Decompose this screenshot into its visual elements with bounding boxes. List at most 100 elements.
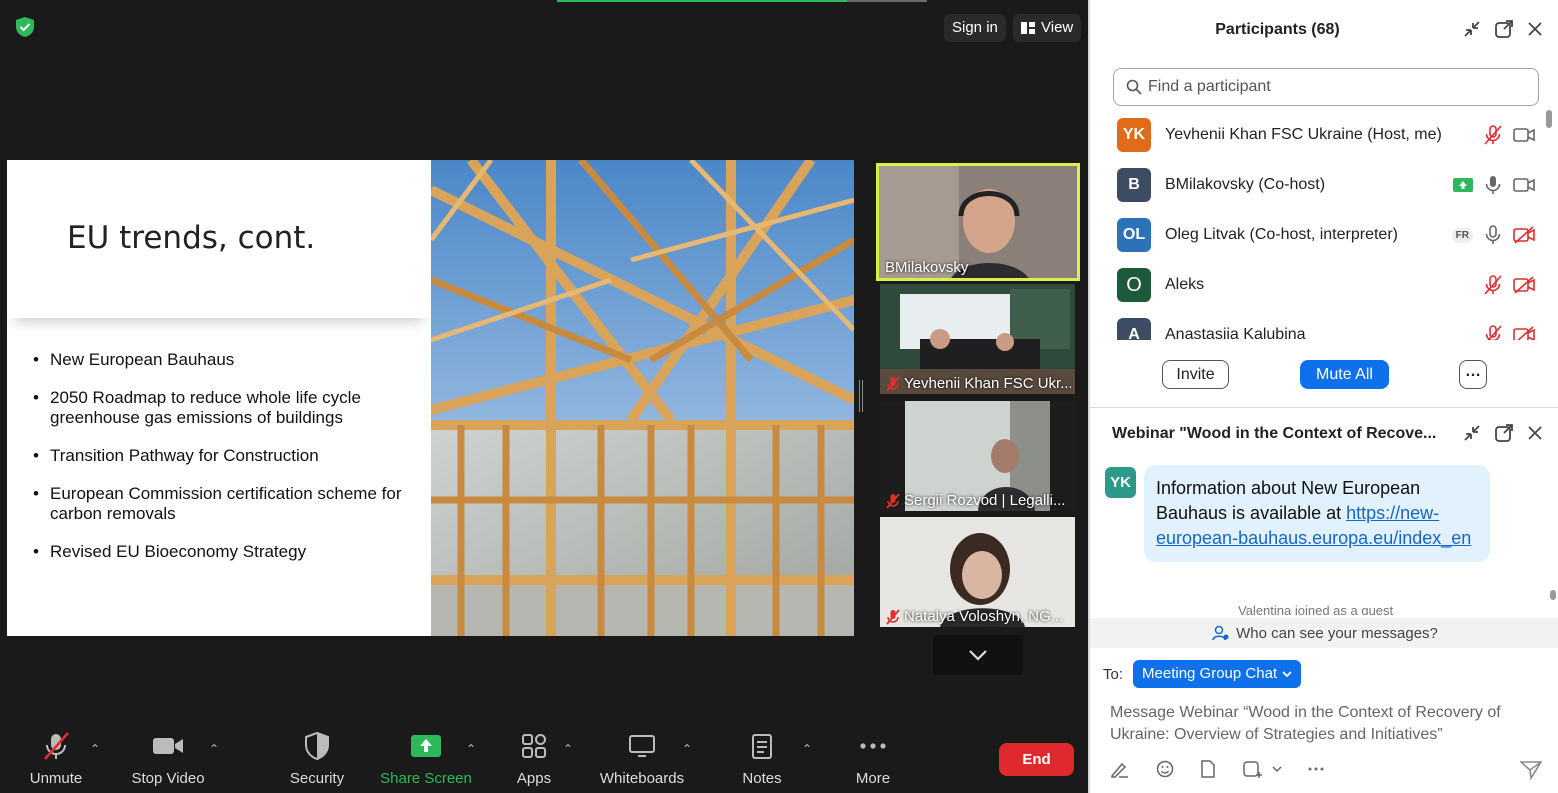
view-button[interactable]: View	[1013, 14, 1082, 42]
shared-screen-slide: EU trends, cont. New European Bauhaus 20…	[7, 160, 854, 636]
mic-muted-icon[interactable]	[1483, 124, 1503, 146]
end-meeting-button[interactable]: End	[999, 743, 1074, 776]
video-camera-icon[interactable]	[1513, 177, 1535, 193]
apps-label: Apps	[516, 770, 552, 787]
participant-list-scrollbar[interactable]	[1546, 110, 1552, 128]
format-text-icon[interactable]	[1110, 760, 1130, 778]
unmute-button[interactable]: Unmute	[22, 728, 90, 793]
mic-icon[interactable]	[1483, 224, 1503, 246]
panel-splitter-handle[interactable]	[859, 380, 863, 412]
chat-messages: YK Information about New European Bauhau…	[1090, 455, 1550, 615]
mic-muted-icon[interactable]	[1483, 324, 1503, 340]
participant-name: Anastasiia Kalubina	[1165, 326, 1306, 340]
recipient-label: Meeting Group Chat	[1142, 665, 1278, 682]
thumbnail-name-text: Natalya Voloshyn, NG...	[904, 608, 1064, 625]
notes-options-caret-icon[interactable]: ⌃	[802, 742, 812, 756]
collapse-icon[interactable]	[1462, 423, 1482, 443]
avatar: A	[1117, 318, 1151, 340]
notes-icon	[752, 734, 772, 759]
participant-search-input[interactable]	[1148, 78, 1518, 96]
invite-button[interactable]: Invite	[1162, 360, 1229, 389]
participant-row[interactable]: YK Yevhenii Khan FSC Ukraine (Host, me)	[1090, 110, 1545, 160]
mute-all-button[interactable]: Mute All	[1300, 360, 1389, 389]
slide-bullet: European Commission certification scheme…	[33, 484, 418, 524]
slide-bullet: New European Bauhaus	[33, 350, 418, 370]
panel-divider[interactable]	[1090, 407, 1558, 408]
view-label: View	[1041, 19, 1074, 36]
chat-message-input[interactable]	[1110, 702, 1530, 750]
chat-message-bubble: Information about New European Bauhaus i…	[1144, 465, 1490, 562]
chat-recipient-row: To: Meeting Group Chat	[1103, 660, 1302, 688]
screenshot-icon[interactable]	[1242, 760, 1262, 778]
search-icon	[1126, 79, 1142, 95]
security-label: Security	[289, 770, 345, 787]
security-button[interactable]: Security	[284, 728, 350, 793]
slide-bullet: Revised EU Bioeconomy Strategy	[33, 542, 418, 562]
video-off-icon[interactable]	[1513, 226, 1535, 244]
chevron-down-icon	[1282, 670, 1292, 677]
pop-out-icon[interactable]	[1494, 423, 1514, 443]
thumbnails-scroll-down-button[interactable]	[933, 635, 1023, 675]
side-panel: Participants (68) YK Yevhenii Khan FSC U…	[1088, 0, 1558, 793]
video-thumbnail[interactable]: Sergii Rozvod | Legalli...	[880, 401, 1075, 511]
participant-row[interactable]: A Anastasiia Kalubina	[1090, 310, 1545, 340]
video-thumbnail[interactable]: Yevhenii Khan FSC Ukr...	[880, 284, 1075, 394]
more-label: More	[855, 770, 891, 787]
whiteboard-icon	[629, 735, 655, 757]
more-dots-icon[interactable]	[1308, 767, 1324, 771]
who-can-see-messages[interactable]: Who can see your messages?	[1090, 618, 1558, 648]
share-options-caret-icon[interactable]: ⌃	[466, 742, 476, 756]
chevron-down-icon[interactable]	[1272, 765, 1282, 773]
video-off-icon[interactable]	[1513, 276, 1535, 294]
avatar: B	[1117, 168, 1151, 202]
slide-bullet-list: New European Bauhaus 2050 Roadmap to red…	[33, 350, 418, 580]
chevron-down-icon	[969, 650, 987, 661]
avatar: OL	[1117, 218, 1151, 252]
participants-title: Participants (68)	[1215, 21, 1340, 38]
chat-title: Webinar "Wood in the Context of Recove..…	[1112, 425, 1437, 442]
participant-name: Yevhenii Khan FSC Ukraine (Host, me)	[1165, 126, 1442, 143]
apps-options-caret-icon[interactable]: ⌃	[563, 742, 573, 756]
share-progress-bar	[557, 0, 847, 2]
video-off-icon[interactable]	[1513, 326, 1535, 340]
video-thumbnail[interactable]: Natalya Voloshyn, NG...	[880, 517, 1075, 627]
chat-system-note: Valentina joined as a guest	[1238, 603, 1394, 615]
emoji-icon[interactable]	[1156, 760, 1174, 778]
meeting-toolbar: Unmute ⌃ Stop Video ⌃ Security Share Scr…	[0, 728, 1088, 793]
file-icon[interactable]	[1200, 760, 1216, 778]
collapse-icon[interactable]	[1462, 19, 1482, 39]
sign-in-button[interactable]: Sign in	[944, 14, 1006, 42]
close-icon[interactable]	[1526, 424, 1544, 442]
mic-icon[interactable]	[1483, 174, 1503, 196]
participant-search[interactable]	[1113, 68, 1539, 106]
participant-row[interactable]: O Aleks	[1090, 260, 1545, 310]
more-button[interactable]: More	[850, 728, 896, 793]
pop-out-icon[interactable]	[1494, 19, 1514, 39]
video-options-caret-icon[interactable]: ⌃	[209, 742, 219, 756]
participants-more-button[interactable]: …	[1459, 360, 1487, 389]
close-icon[interactable]	[1526, 20, 1544, 38]
participant-row[interactable]: OL Oleg Litvak (Co-host, interpreter) FR	[1090, 210, 1545, 260]
send-icon[interactable]	[1520, 760, 1542, 780]
encryption-shield-icon[interactable]	[14, 16, 36, 38]
whiteboards-button[interactable]: Whiteboards	[596, 728, 688, 793]
whiteboards-options-caret-icon[interactable]: ⌃	[682, 742, 692, 756]
mic-muted-icon[interactable]	[1483, 274, 1503, 296]
stop-video-button[interactable]: Stop Video	[128, 728, 208, 793]
to-label: To:	[1103, 665, 1124, 683]
screen-share-badge-icon	[1453, 178, 1473, 192]
audio-options-caret-icon[interactable]: ⌃	[90, 742, 100, 756]
participants-window-controls	[1462, 19, 1544, 39]
participant-row[interactable]: B BMilakovsky (Co-host)	[1090, 160, 1545, 210]
video-camera-icon[interactable]	[1513, 127, 1535, 143]
thumbnail-name: BMilakovsky	[885, 259, 1073, 276]
share-screen-button[interactable]: Share Screen	[380, 728, 472, 793]
notes-button[interactable]: Notes	[738, 728, 786, 793]
video-thumbnail[interactable]: BMilakovsky	[876, 163, 1080, 281]
apps-button[interactable]: Apps	[510, 728, 558, 793]
thumbnail-name: Sergii Rozvod | Legalli...	[886, 492, 1071, 509]
thumbnail-name-text: BMilakovsky	[885, 259, 969, 276]
chat-scrollbar[interactable]	[1550, 590, 1556, 600]
participant-list: YK Yevhenii Khan FSC Ukraine (Host, me) …	[1090, 110, 1545, 340]
recipient-dropdown[interactable]: Meeting Group Chat	[1133, 660, 1302, 688]
